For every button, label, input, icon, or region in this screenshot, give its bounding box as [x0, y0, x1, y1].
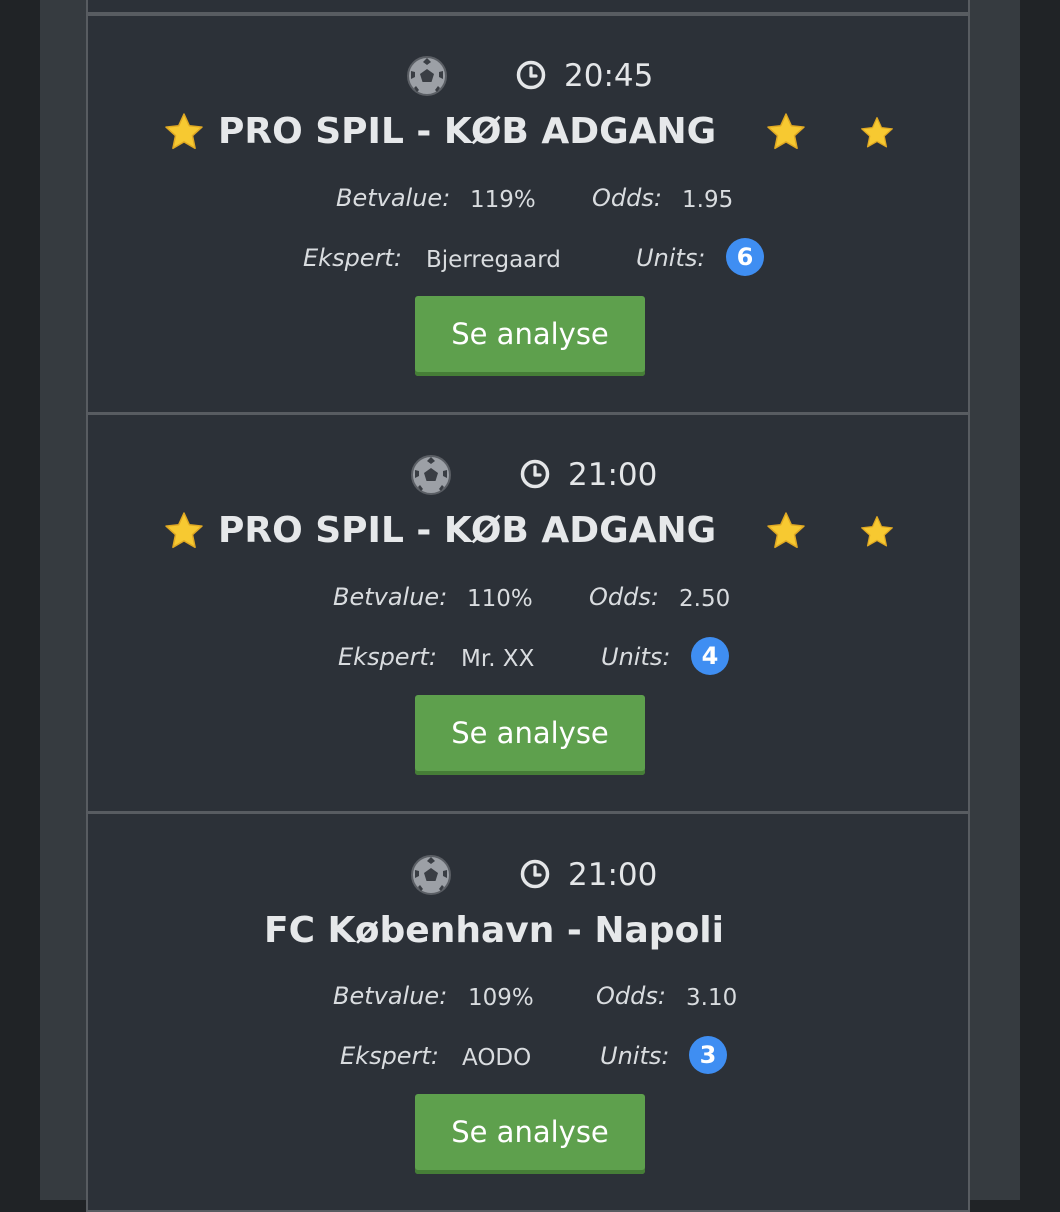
ekspert-value: AODO: [462, 1045, 532, 1071]
odds-label: Odds:: [596, 982, 666, 1010]
se-analyse-button[interactable]: Se analyse: [415, 1094, 645, 1174]
match-title: PRO SPIL - KØB ADGANG: [218, 111, 717, 152]
units-badge: 6: [726, 238, 764, 276]
units-badge: 4: [691, 637, 729, 675]
match-title-row: PRO SPIL - KØB ADGANG: [88, 505, 968, 557]
kickoff-time: 20:45: [564, 58, 654, 94]
favorite-star-icon[interactable]: [860, 515, 894, 549]
betvalue-value: 110%: [467, 586, 533, 612]
favorite-star-icon[interactable]: [860, 116, 894, 150]
kickoff-row: 20:45: [88, 52, 968, 100]
star-icon: [165, 113, 203, 150]
odds-value: 2.50: [679, 586, 731, 612]
ekspert-value: Mr. XX: [461, 646, 535, 672]
soccer-ball-icon: [411, 855, 451, 895]
kickoff-row: 21:00: [88, 451, 968, 499]
clock-icon: [520, 859, 550, 889]
units-label: Units:: [636, 244, 706, 272]
star-icon: [165, 512, 203, 549]
se-analyse-button[interactable]: Se analyse: [415, 695, 645, 775]
ekspert-label: Ekspert:: [340, 1042, 439, 1070]
clock-icon: [516, 60, 546, 90]
match-title: PRO SPIL - KØB ADGANG: [218, 510, 717, 551]
betvalue-value: 119%: [470, 187, 536, 213]
previous-tip-card: [86, 0, 970, 14]
soccer-ball-icon: [407, 56, 447, 96]
match-title: FC København - Napoli: [264, 910, 724, 951]
tip-card: 20:45 PRO SPIL - KØB ADGANG Betvalue: 11…: [86, 14, 970, 414]
betvalue-label: Betvalue:: [333, 583, 448, 611]
units-label: Units:: [601, 643, 671, 671]
clock-icon: [520, 459, 550, 489]
ekspert-label: Ekspert:: [338, 643, 437, 671]
units-label: Units:: [600, 1042, 670, 1070]
kickoff-time: 21:00: [568, 457, 658, 493]
betvalue-value: 109%: [468, 985, 534, 1011]
odds-value: 1.95: [682, 187, 734, 213]
kickoff-time: 21:00: [568, 857, 658, 893]
soccer-ball-icon: [411, 455, 451, 495]
star-icon: [767, 512, 805, 549]
kickoff-row: 21:00: [88, 850, 968, 898]
star-icon: [767, 113, 805, 150]
odds-value: 3.10: [686, 985, 738, 1011]
ekspert-label: Ekspert:: [303, 244, 402, 272]
units-badge: 3: [689, 1036, 727, 1074]
ekspert-value: Bjerregaard: [426, 247, 561, 273]
tip-card: 21:00 FC København - Napoli Betvalue: 10…: [86, 812, 970, 1212]
match-title-row: FC København - Napoli: [88, 904, 968, 956]
odds-label: Odds:: [592, 184, 662, 212]
betvalue-label: Betvalue:: [336, 184, 451, 212]
betvalue-label: Betvalue:: [333, 982, 448, 1010]
se-analyse-button[interactable]: Se analyse: [415, 296, 645, 376]
match-title-row: PRO SPIL - KØB ADGANG: [88, 106, 968, 158]
tip-card: 21:00 PRO SPIL - KØB ADGANG Betvalue: 11…: [86, 413, 970, 813]
odds-label: Odds:: [589, 583, 659, 611]
